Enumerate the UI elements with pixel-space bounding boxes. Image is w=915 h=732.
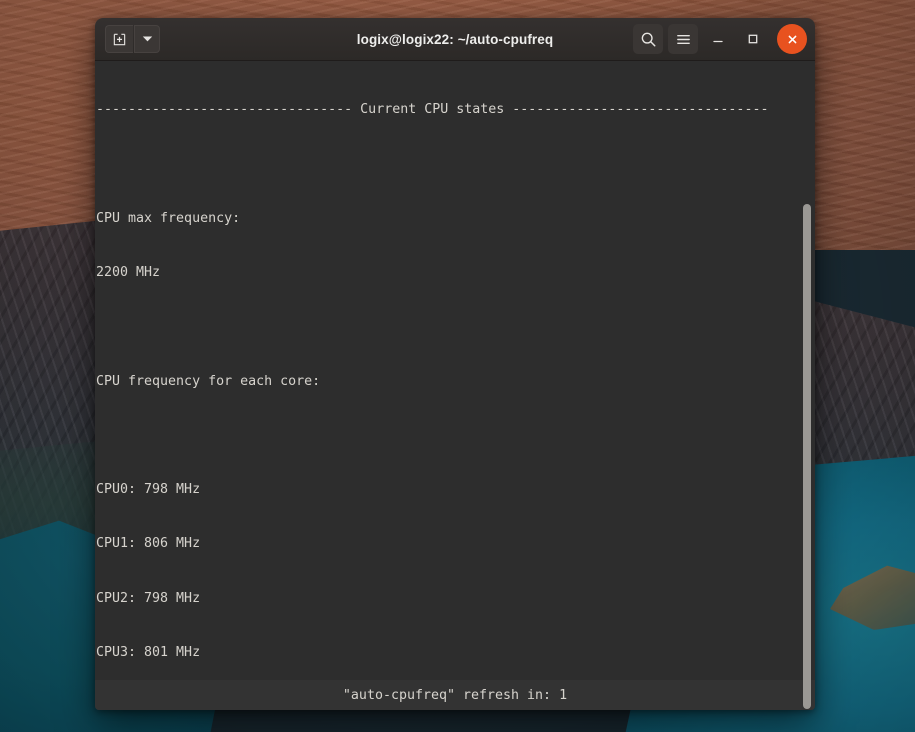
- core-frequency-row: CPU3: 801 MHz: [96, 645, 201, 660]
- section-header-current-cpu-states: -------------------------------- Current…: [96, 102, 769, 118]
- new-tab-icon: [113, 33, 126, 45]
- terminal-window: logix@logix22: ~/auto-cpufreq ----------…: [95, 18, 815, 710]
- per-core-frequency-label: CPU frequency for each core:: [96, 373, 321, 389]
- minimize-icon: [713, 40, 723, 43]
- search-icon: [641, 32, 655, 46]
- cpu-max-frequency-label: CPU max frequency:: [96, 210, 241, 226]
- terminal-scrollbar[interactable]: [798, 61, 815, 710]
- core-frequency-row: CPU1: 806 MHz: [96, 536, 201, 552]
- scrollbar-thumb[interactable]: [803, 204, 811, 709]
- core-frequency-row: CPU0: 798 MHz: [96, 482, 201, 498]
- terminal-output: -------------------------------- Current…: [95, 61, 815, 710]
- maximize-button[interactable]: [738, 24, 768, 54]
- chevron-down-icon: [142, 36, 152, 42]
- main-menu-button[interactable]: [668, 24, 698, 54]
- refresh-status-line: "auto-cpufreq" refresh in: 1: [95, 680, 815, 710]
- search-button[interactable]: [633, 24, 663, 54]
- terminal-content-area[interactable]: -------------------------------- Current…: [95, 61, 815, 710]
- close-button[interactable]: [777, 24, 807, 54]
- core-frequency-row: CPU2: 798 MHz: [96, 590, 201, 606]
- hamburger-menu-icon: [676, 34, 690, 44]
- titlebar-right-controls: [633, 24, 807, 54]
- tab-list-dropdown-button[interactable]: [134, 25, 160, 53]
- minimize-button[interactable]: [703, 24, 733, 54]
- titlebar-left-controls: [105, 25, 160, 53]
- close-icon: [788, 35, 796, 43]
- window-title-bar[interactable]: logix@logix22: ~/auto-cpufreq: [95, 18, 815, 61]
- cpu-max-frequency-value: 2200 MHz: [96, 265, 161, 281]
- new-tab-button[interactable]: [105, 25, 133, 53]
- maximize-icon: [748, 34, 758, 44]
